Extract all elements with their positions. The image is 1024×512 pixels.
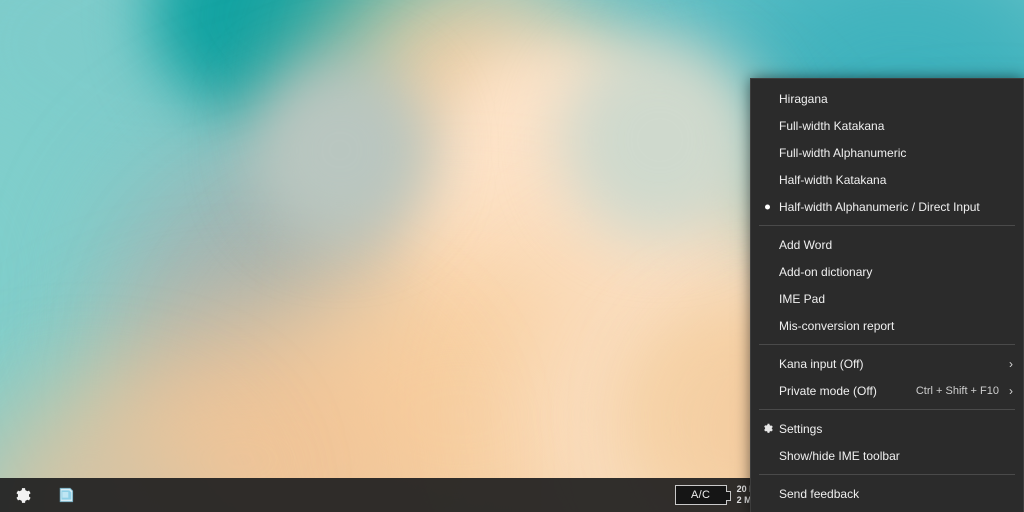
battery-status-indicator[interactable]: A/C xyxy=(674,485,731,505)
menu-item-label: Show/hide IME toolbar xyxy=(779,448,900,463)
menu-item-label: Half-width Katakana xyxy=(779,172,887,187)
menu-item-label: Settings xyxy=(779,421,823,436)
menu-item-add-word[interactable]: Add Word xyxy=(751,231,1023,258)
menu-item-half-width-katakana[interactable]: Half-width Katakana xyxy=(751,166,1023,193)
menu-item-mis-conversion-report[interactable]: Mis-conversion report xyxy=(751,312,1023,339)
menu-item-hiragana[interactable]: Hiragana xyxy=(751,85,1023,112)
menu-separator xyxy=(759,409,1015,410)
menu-item-add-on-dictionary[interactable]: Add-on dictionary xyxy=(751,258,1023,285)
microsoft-ime-context-menu[interactable]: Hiragana Full-width Katakana Full-width Al… xyxy=(750,78,1024,512)
menu-item-label: Kana input (Off) xyxy=(779,356,864,371)
settings-gear-icon[interactable] xyxy=(0,478,44,512)
menu-separator xyxy=(759,344,1015,345)
radio-bullet-icon xyxy=(765,204,770,209)
chevron-right-icon: › xyxy=(1009,356,1013,371)
menu-item-send-feedback[interactable]: Send feedback xyxy=(751,480,1023,507)
menu-item-shortcut: Ctrl + Shift + F10 xyxy=(915,384,999,397)
taskbar-pinned-items xyxy=(0,478,88,512)
wallpaper-shape xyxy=(560,40,760,240)
menu-item-kana-input[interactable]: Kana input (Off) › xyxy=(751,350,1023,377)
menu-item-label: IME Pad xyxy=(779,291,826,306)
menu-item-half-width-alphanumeric-direct-input[interactable]: Half-width Alphanumeric / Direct Input xyxy=(751,193,1023,220)
menu-item-ime-pad[interactable]: IME Pad xyxy=(751,285,1023,312)
menu-item-label: Full-width Alphanumeric xyxy=(779,145,907,160)
menu-item-label: Half-width Alphanumeric / Direct Input xyxy=(779,199,980,214)
battery-status-label: A/C xyxy=(690,489,711,501)
menu-item-label: Add-on dictionary xyxy=(779,264,873,279)
gear-icon xyxy=(760,422,774,436)
menu-item-full-width-alphanumeric[interactable]: Full-width Alphanumeric xyxy=(751,139,1023,166)
menu-item-label: Full-width Katakana xyxy=(779,118,885,133)
chevron-right-icon: › xyxy=(1009,383,1013,398)
desktop-screen: A/C 20 KB/s ▲ 2 MB/s ▼ xyxy=(0,0,1024,512)
menu-item-label: Private mode (Off) xyxy=(779,383,877,398)
menu-item-private-mode[interactable]: Private mode (Off) Ctrl + Shift + F10 › xyxy=(751,377,1023,404)
menu-item-label: Send feedback xyxy=(779,486,860,501)
menu-item-label: Add Word xyxy=(779,237,833,252)
menu-item-settings[interactable]: Settings xyxy=(751,415,1023,442)
menu-separator xyxy=(759,474,1015,475)
sticky-notes-icon[interactable] xyxy=(44,478,88,512)
menu-item-label: Hiragana xyxy=(779,91,828,106)
menu-item-label: Mis-conversion report xyxy=(779,318,895,333)
menu-separator xyxy=(759,225,1015,226)
wallpaper-shape xyxy=(250,60,430,240)
menu-item-show-hide-ime-toolbar[interactable]: Show/hide IME toolbar xyxy=(751,442,1023,469)
taskbar-empty-area[interactable] xyxy=(88,478,675,512)
menu-item-full-width-katakana[interactable]: Full-width Katakana xyxy=(751,112,1023,139)
